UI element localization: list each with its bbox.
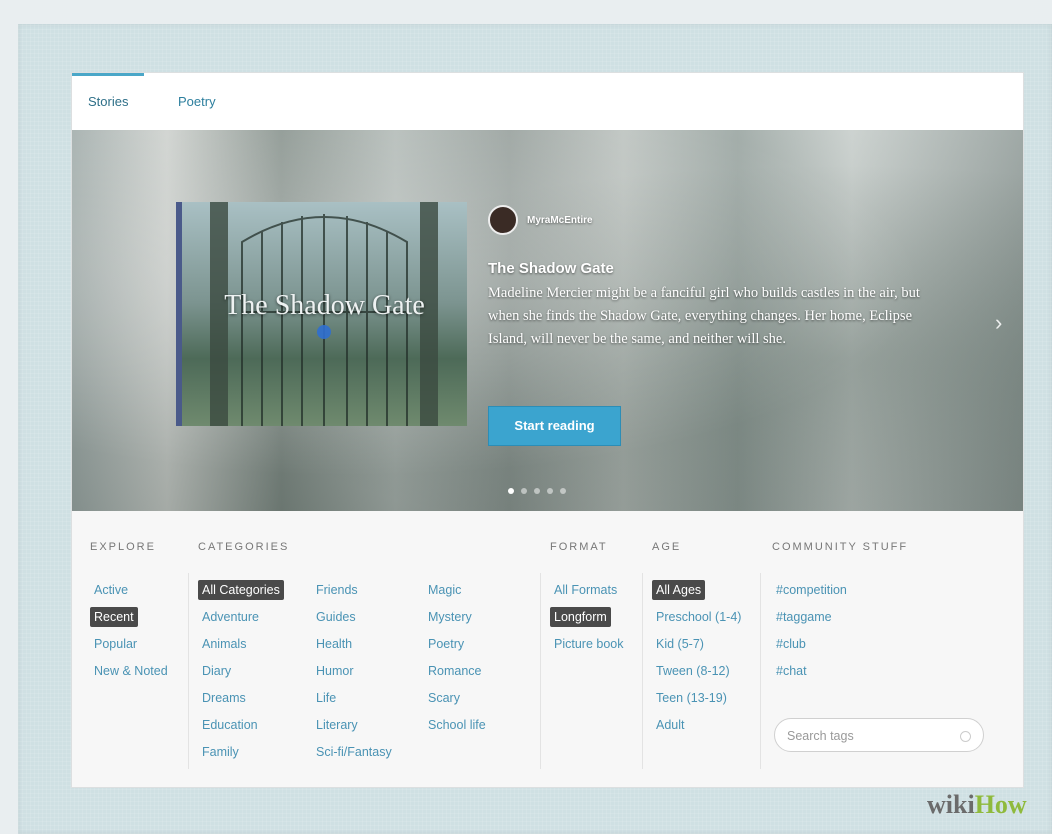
author-name[interactable]: MyraMcEntire bbox=[527, 215, 593, 226]
carousel-dot[interactable] bbox=[521, 488, 527, 494]
wikihow-watermark: wikiHow bbox=[927, 790, 1027, 819]
age-item[interactable]: Teen (13-19) bbox=[652, 685, 745, 712]
divider bbox=[760, 573, 761, 769]
carousel-dot[interactable] bbox=[547, 488, 553, 494]
category-item[interactable]: Diary bbox=[198, 658, 284, 685]
category-item[interactable]: Health bbox=[312, 631, 396, 658]
filter-section: EXPLORE Active Recent Popular New & Note… bbox=[72, 511, 1023, 787]
format-heading: FORMAT bbox=[550, 541, 608, 553]
next-slide-icon[interactable]: › bbox=[995, 310, 1002, 336]
category-item[interactable]: Animals bbox=[198, 631, 284, 658]
age-item[interactable]: Kid (5-7) bbox=[652, 631, 745, 658]
tab-stories[interactable]: Stories bbox=[72, 73, 145, 132]
category-item[interactable]: All Categories bbox=[198, 577, 284, 604]
story-description: Madeline Mercier might be a fanciful gir… bbox=[488, 285, 920, 347]
explore-heading: EXPLORE bbox=[90, 541, 156, 553]
story-cover-image[interactable]: The Shadow Gate bbox=[176, 202, 467, 426]
category-item[interactable]: Magic bbox=[424, 577, 490, 604]
age-heading: AGE bbox=[652, 541, 682, 553]
category-item[interactable]: Guides bbox=[312, 604, 396, 631]
category-item[interactable]: Literary bbox=[312, 712, 396, 739]
community-tag[interactable]: #competition bbox=[772, 577, 851, 604]
category-item[interactable]: Romance bbox=[424, 658, 490, 685]
category-item[interactable]: Humor bbox=[312, 658, 396, 685]
category-item[interactable]: School life bbox=[424, 712, 490, 739]
category-item[interactable]: Family bbox=[198, 739, 284, 766]
divider bbox=[642, 573, 643, 769]
carousel-dot[interactable] bbox=[560, 488, 566, 494]
age-item[interactable]: All Ages bbox=[652, 577, 745, 604]
category-item[interactable]: Poetry bbox=[424, 631, 490, 658]
community-tag[interactable]: #taggame bbox=[772, 604, 851, 631]
stories-panel: Stories Poetry The Shadow Gate MyraMcEnt… bbox=[71, 72, 1024, 788]
search-tags-placeholder: Search tags bbox=[787, 729, 854, 743]
explore-item[interactable]: New & Noted bbox=[90, 658, 172, 685]
category-item[interactable]: Life bbox=[312, 685, 396, 712]
explore-item[interactable]: Recent bbox=[90, 604, 172, 631]
featured-carousel: The Shadow Gate MyraMcEntire The Shadow … bbox=[72, 130, 1023, 511]
age-item[interactable]: Tween (8-12) bbox=[652, 658, 745, 685]
cover-title: The Shadow Gate bbox=[224, 290, 425, 321]
age-item[interactable]: Preschool (1-4) bbox=[652, 604, 745, 631]
search-tags-input[interactable]: Search tags bbox=[774, 718, 984, 752]
carousel-dot[interactable] bbox=[508, 488, 514, 494]
age-item[interactable]: Adult bbox=[652, 712, 745, 739]
format-item[interactable]: All Formats bbox=[550, 577, 627, 604]
author-avatar[interactable] bbox=[488, 205, 518, 235]
community-tag[interactable]: #club bbox=[772, 631, 851, 658]
story-author[interactable]: MyraMcEntire bbox=[488, 205, 593, 235]
story-title[interactable]: The Shadow Gate bbox=[488, 260, 614, 277]
explore-item[interactable]: Popular bbox=[90, 631, 172, 658]
tab-poetry[interactable]: Poetry bbox=[162, 73, 232, 129]
category-item[interactable]: Education bbox=[198, 712, 284, 739]
start-reading-button[interactable]: Start reading bbox=[488, 406, 621, 446]
divider bbox=[540, 573, 541, 769]
category-item[interactable]: Adventure bbox=[198, 604, 284, 631]
community-tag[interactable]: #chat bbox=[772, 658, 851, 685]
carousel-dot[interactable] bbox=[534, 488, 540, 494]
category-item[interactable]: Scary bbox=[424, 685, 490, 712]
category-item[interactable]: Dreams bbox=[198, 685, 284, 712]
format-item[interactable]: Picture book bbox=[550, 631, 627, 658]
carousel-dots bbox=[508, 488, 566, 494]
category-item[interactable]: Friends bbox=[312, 577, 396, 604]
divider bbox=[188, 573, 189, 769]
tab-bar: Stories Poetry bbox=[72, 73, 1023, 132]
category-item[interactable]: Sci-fi/Fantasy bbox=[312, 739, 396, 766]
community-heading: COMMUNITY STUFF bbox=[772, 541, 909, 553]
categories-heading: CATEGORIES bbox=[198, 541, 290, 553]
category-item[interactable]: Mystery bbox=[424, 604, 490, 631]
format-item[interactable]: Longform bbox=[550, 604, 627, 631]
search-icon bbox=[960, 731, 971, 742]
explore-item[interactable]: Active bbox=[90, 577, 172, 604]
